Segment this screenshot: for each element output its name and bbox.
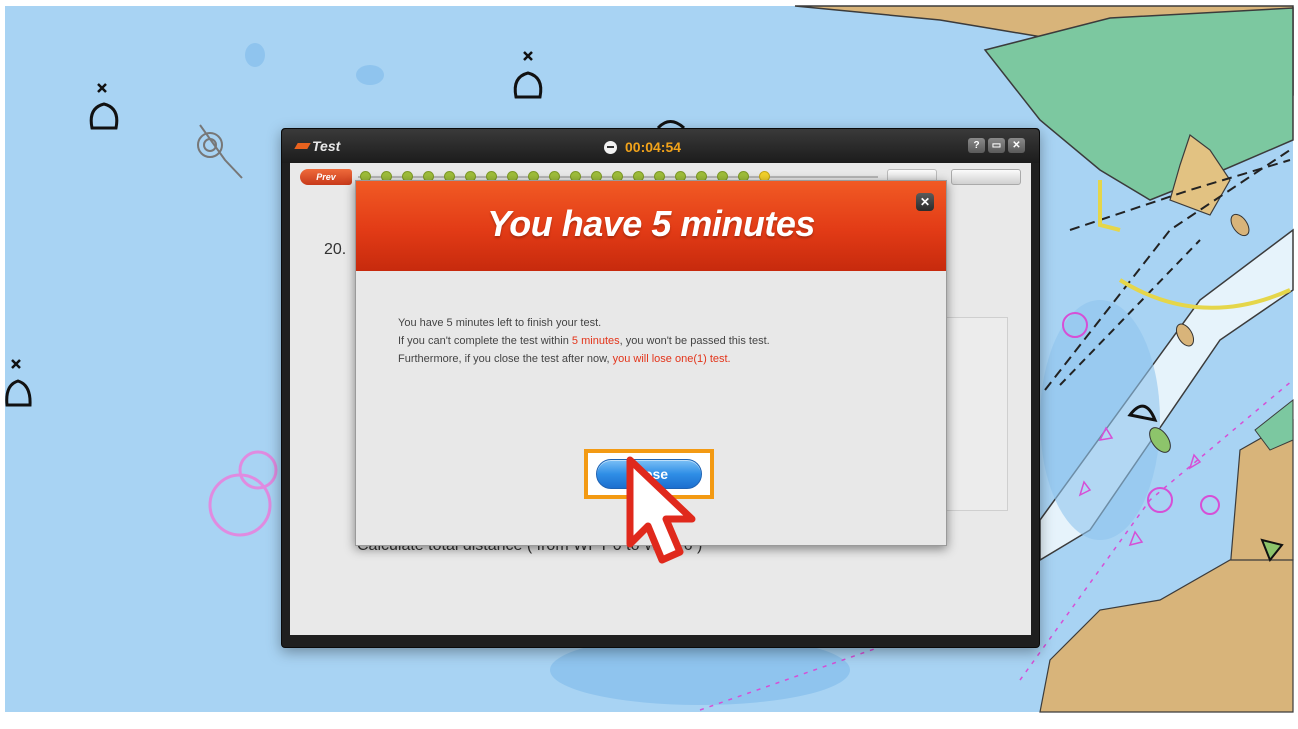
restore-icon[interactable]: ▭	[988, 138, 1005, 153]
window-titlebar[interactable]: Test 00:04:54 ? ▭ ✕	[282, 129, 1039, 163]
screen: Test 00:04:54 ? ▭ ✕ Prev 20. Calculate t…	[0, 0, 1298, 729]
question-number: 20.	[324, 241, 347, 258]
close-icon[interactable]: ✕	[1008, 138, 1025, 153]
next-button[interactable]	[951, 169, 1021, 185]
timer-value: 00:04:54	[625, 139, 682, 155]
window-title: Test	[312, 138, 341, 154]
message-highlight: you will lose one(1) test.	[612, 353, 731, 365]
message-text: , you won't be passed this test.	[619, 335, 770, 347]
pointer-cursor-icon	[626, 456, 696, 564]
prev-button[interactable]: Prev	[300, 169, 352, 185]
close-icon[interactable]: ✕	[916, 193, 934, 211]
message-highlight: 5 minutes	[571, 335, 620, 347]
dialog-title: You have 5 minutes	[487, 203, 815, 244]
clock-icon	[604, 140, 617, 154]
countdown-timer: 00:04:54	[604, 139, 681, 155]
message-text: If you can't complete the test within	[398, 335, 572, 347]
message-line-1: You have 5 minutes left to finish your t…	[398, 317, 602, 329]
title-logo-mark	[294, 143, 311, 149]
message-line-3: Furthermore, if you close the test after…	[398, 350, 770, 368]
window-controls: ? ▭ ✕	[968, 138, 1025, 153]
dialog-header: You have 5 minutes ✕	[356, 181, 946, 271]
help-icon[interactable]: ?	[968, 138, 985, 153]
message-line-2: If you can't complete the test within 5 …	[398, 332, 770, 350]
message-text: Furthermore, if you close the test after…	[398, 353, 613, 365]
dialog-message: You have 5 minutes left to finish your t…	[398, 314, 770, 368]
